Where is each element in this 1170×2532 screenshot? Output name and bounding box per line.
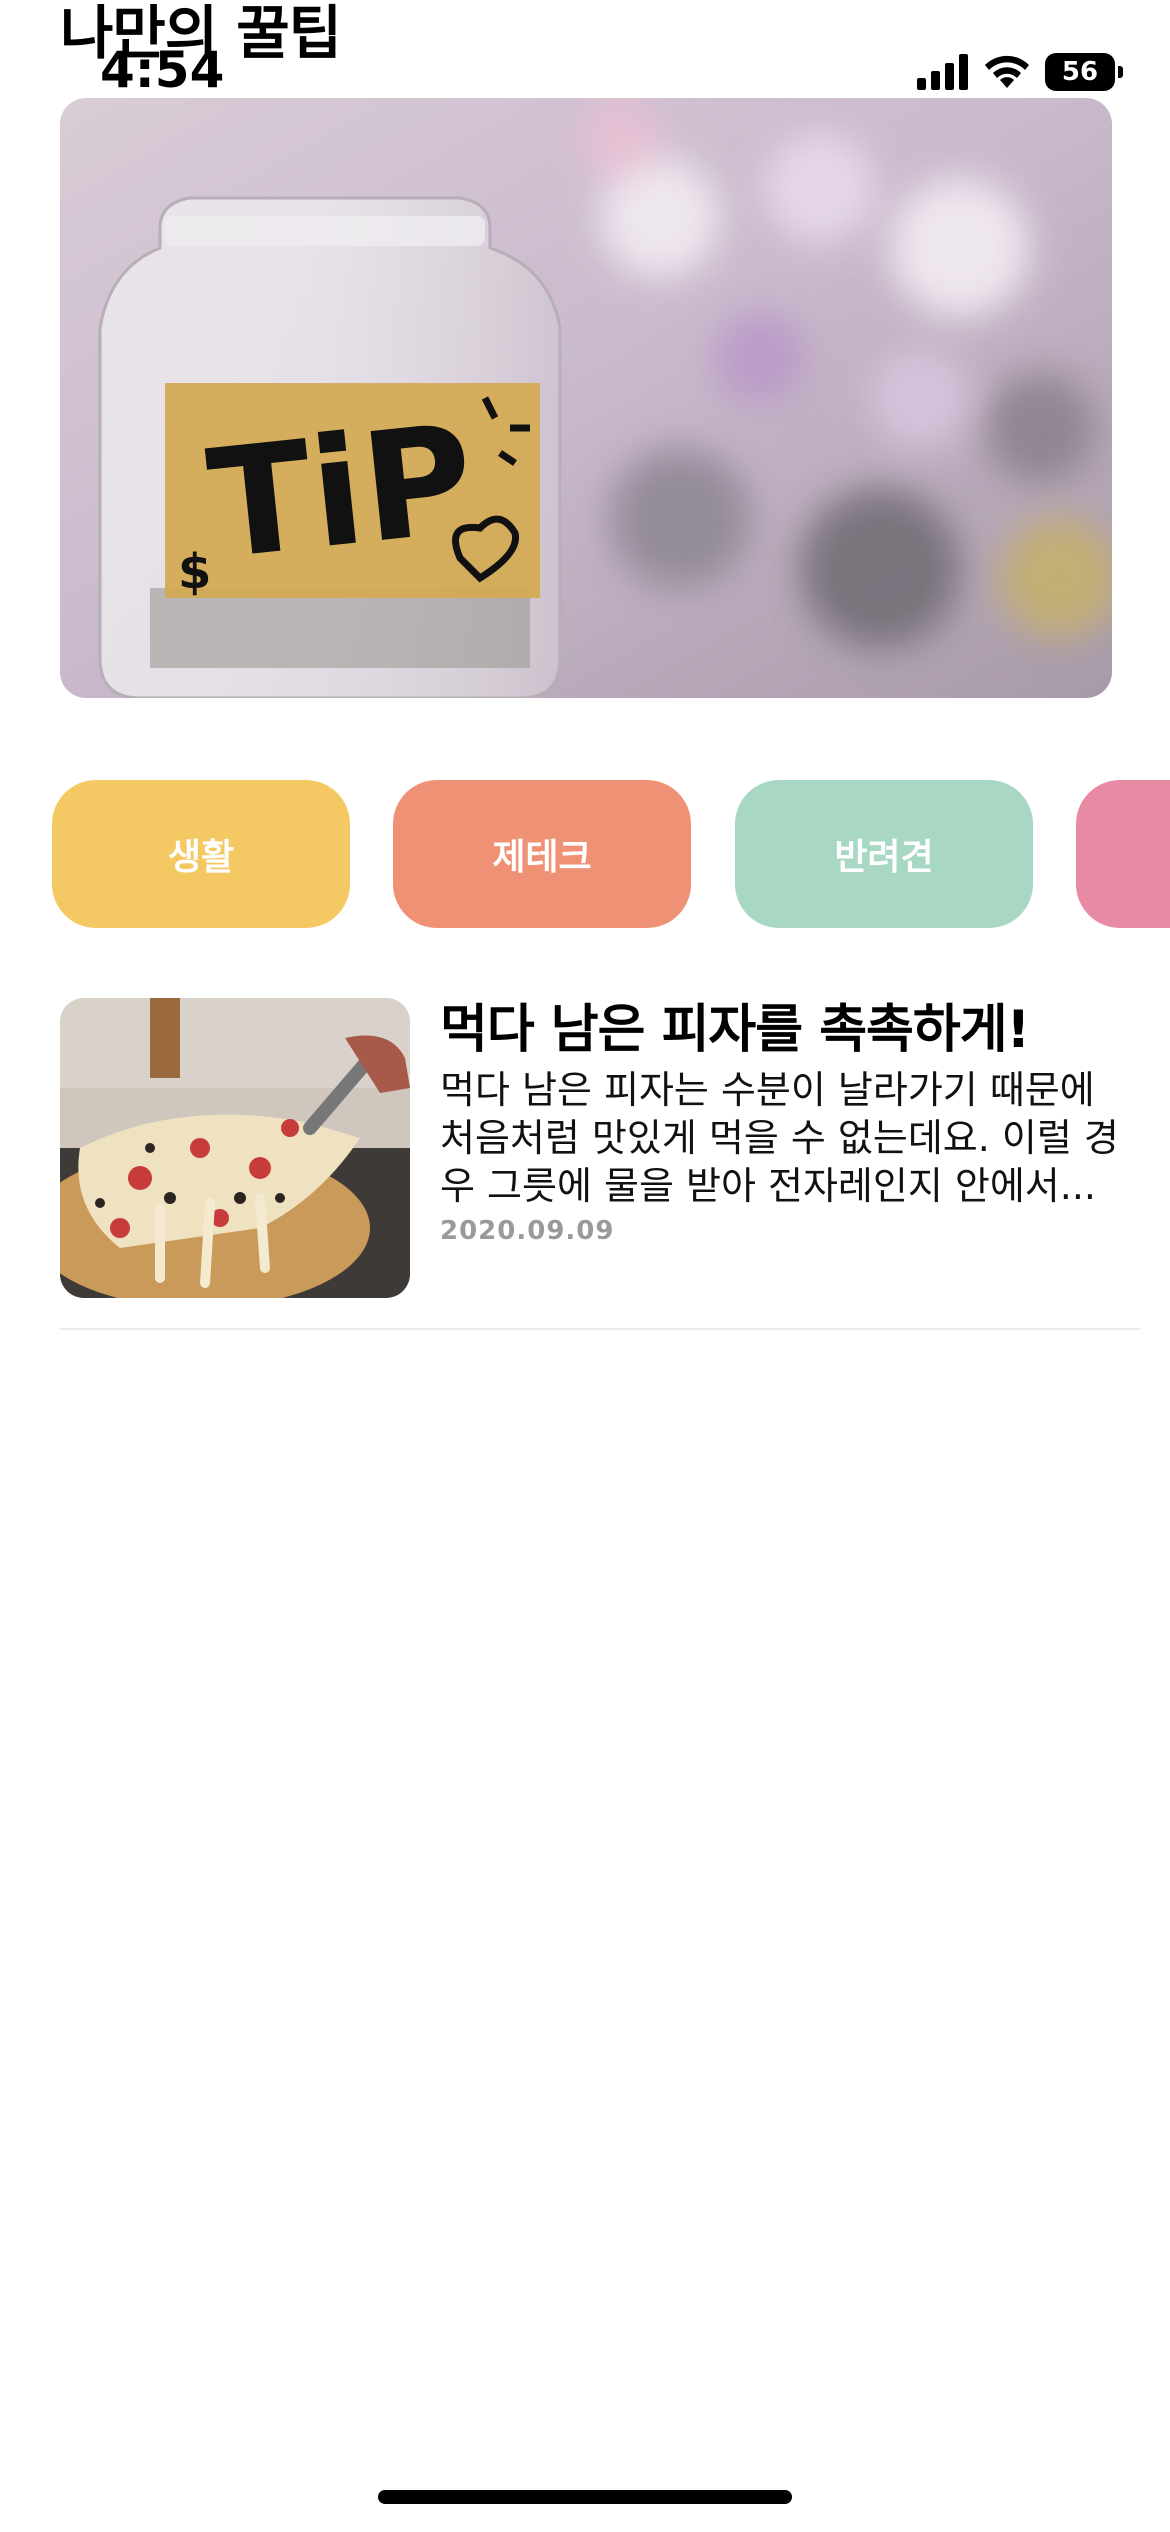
list-item[interactable]: 먹다 남은 피자를 촉촉하게! 먹다 남은 피자는 수분이 날라가기 때문에 처…	[60, 998, 1140, 1298]
category-chip-life[interactable]: 생활	[52, 780, 350, 928]
banner-label: TiP	[201, 393, 481, 594]
category-label: 제테크	[492, 837, 592, 878]
article-thumbnail	[60, 998, 410, 1298]
category-list: 생활 제테크 반려견	[0, 780, 1170, 930]
category-chip-finance[interactable]: 제테크	[393, 780, 691, 928]
article-date: 2020.09.09	[440, 1216, 615, 1246]
divider	[60, 1328, 1140, 1330]
article-excerpt: 먹다 남은 피자는 수분이 날라가기 때문에 처음처럼 맛있게 먹을 수 없는데…	[440, 1068, 1119, 1208]
status-time: 4:54	[100, 41, 225, 99]
home-indicator[interactable]	[378, 2490, 792, 2504]
category-label: 생활	[167, 837, 235, 878]
status-bar-icons: 56	[917, 50, 1123, 94]
tip-jar-photo: TiP $	[60, 98, 1112, 698]
pizza-slice-photo	[60, 998, 410, 1298]
banner-image[interactable]: TiP $	[60, 98, 1112, 698]
battery-level: 56	[1061, 57, 1099, 87]
wifi-icon	[985, 55, 1029, 88]
screen: 나만의 꿀팁 4:54 56 TiP $ 생활 제테크 반려견 먹다 남은 피자…	[0, 0, 1170, 2532]
signal-icon	[917, 54, 968, 90]
battery-icon: 56	[1045, 53, 1123, 91]
category-chip-more[interactable]	[1076, 780, 1170, 928]
article-title: 먹다 남은 피자를 촉촉하게!	[440, 1000, 1030, 1060]
category-label: 반려견	[834, 837, 934, 878]
category-chip-pets[interactable]: 반려견	[735, 780, 1033, 928]
svg-text:$: $	[178, 544, 211, 600]
